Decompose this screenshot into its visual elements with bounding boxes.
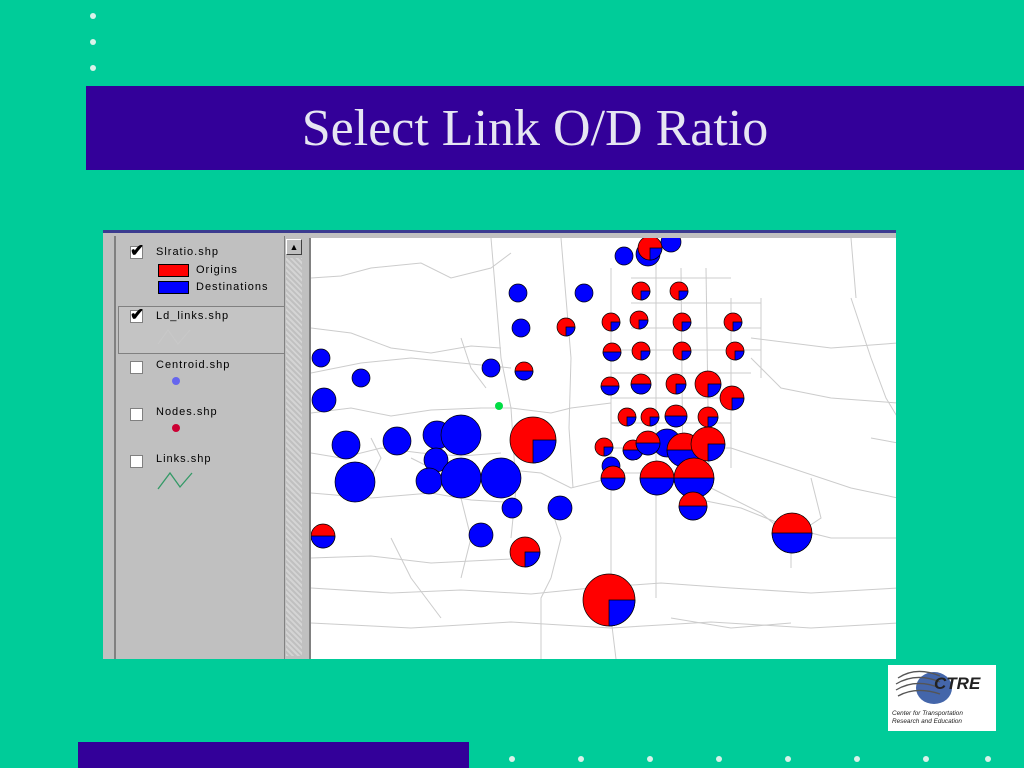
logo-caption-line2: Research and Education xyxy=(892,718,962,725)
gis-window: ✔ Slratio.shp Origins Destinations ✔ Ld_… xyxy=(103,230,896,659)
title-band: Select Link O/D Ratio xyxy=(86,86,1024,170)
dot-icon xyxy=(172,377,180,385)
ctre-logo: CTRE Center for Transportation Research … xyxy=(888,665,996,731)
logo-caption-line1: Center for Transportation xyxy=(892,710,963,717)
destinations-label: Destinations xyxy=(196,281,269,293)
layer-checkbox-nodes[interactable] xyxy=(130,408,143,421)
origins-label: Origins xyxy=(196,264,238,276)
od-pies xyxy=(311,238,813,627)
destinations-swatch xyxy=(158,281,189,294)
layer-checkbox-ldlinks[interactable]: ✔ xyxy=(130,305,144,324)
layer-checkbox-slratio[interactable]: ✔ xyxy=(130,241,144,260)
checkmark-icon: ✔ xyxy=(130,241,145,260)
map-view[interactable] xyxy=(309,238,896,659)
origins-swatch xyxy=(158,264,189,277)
scrollbar-track[interactable] xyxy=(286,258,302,656)
window-top-border xyxy=(103,230,896,233)
line-icon xyxy=(157,471,193,490)
checkmark-icon: ✔ xyxy=(130,305,145,324)
line-icon xyxy=(157,328,191,345)
layer-name-nodes: Nodes.shp xyxy=(156,406,218,418)
dot-icon xyxy=(172,424,180,432)
layer-name-links: Links.shp xyxy=(156,453,212,465)
logo-wordmark: CTRE xyxy=(934,674,981,693)
slide-title: Select Link O/D Ratio xyxy=(301,99,769,157)
layer-name-slratio: Slratio.shp xyxy=(156,246,219,258)
logo-caption: Center for Transportation Research and E… xyxy=(892,710,996,726)
layer-name-ldlinks: Ld_links.shp xyxy=(156,310,230,322)
legend-panel: ✔ Slratio.shp Origins Destinations ✔ Ld_… xyxy=(114,236,299,659)
bottom-band xyxy=(78,742,469,768)
legend-scrollbar[interactable]: ▲ xyxy=(284,236,303,659)
layer-checkbox-links[interactable] xyxy=(130,455,143,468)
layer-checkbox-centroid[interactable] xyxy=(130,361,143,374)
layer-name-centroid: Centroid.shp xyxy=(156,359,231,371)
scroll-up-arrow-icon[interactable]: ▲ xyxy=(286,239,302,255)
